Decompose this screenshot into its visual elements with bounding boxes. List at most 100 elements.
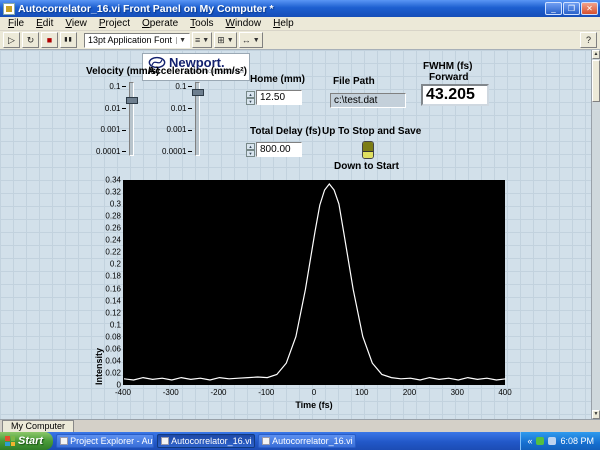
taskbar-items: Project Explorer - Autoc... Autocorrelato…	[53, 434, 356, 448]
scroll-down-icon[interactable]: ▼	[592, 410, 600, 419]
y-tick-label: 0.34	[105, 176, 121, 185]
autocorrelation-trace	[124, 181, 506, 386]
file-path-field[interactable]: c:\test.dat	[330, 93, 406, 108]
velocity-slider-track[interactable]	[129, 82, 134, 156]
y-tick-label: 0.06	[105, 344, 121, 353]
plot-area	[123, 180, 505, 385]
slider-tick-label: 0.1	[109, 82, 126, 91]
tray-expand-icon[interactable]: «	[527, 436, 532, 446]
distribute-objects-dropdown[interactable]: ⊞▼	[214, 32, 236, 48]
menu-operate[interactable]: Operate	[136, 17, 184, 31]
tray-network-icon[interactable]	[548, 437, 556, 445]
menu-file[interactable]: File	[2, 17, 30, 31]
resize-objects-dropdown[interactable]: ↔▼	[239, 32, 263, 48]
taskbar-item[interactable]: Project Explorer - Autoc...	[56, 434, 154, 448]
slider-tick-label: 0.001	[100, 125, 126, 134]
minimize-button[interactable]: _	[545, 2, 562, 15]
taskbar-item[interactable]: Autocorrelator_16.vi ...	[157, 434, 255, 448]
chevron-down-icon: ▼	[227, 37, 234, 44]
taskbar-item-label: Autocorrelator_16.vi ...	[171, 435, 255, 447]
chevron-down-icon: ▼	[253, 37, 260, 44]
scrollbar-thumb[interactable]	[592, 60, 600, 102]
fwhm-label: FWHM (fs)	[423, 61, 472, 72]
scroll-up-icon[interactable]: ▲	[592, 50, 600, 59]
toggle-knob[interactable]	[363, 151, 373, 159]
acceleration-slider[interactable]: 0.10.010.0010.0001	[162, 82, 200, 156]
taskbar-item-icon	[60, 437, 68, 445]
home-value[interactable]: 12.50	[256, 90, 302, 105]
my-computer-tab[interactable]: My Computer	[2, 420, 74, 432]
decrement-icon[interactable]: ▼	[246, 98, 255, 105]
start-button[interactable]: Start	[0, 432, 53, 450]
home-label: Home (mm)	[250, 74, 305, 85]
acceleration-slider-thumb[interactable]	[192, 89, 204, 96]
fwhm-direction-label: Forward	[429, 72, 468, 83]
decrement-icon[interactable]: ▼	[246, 150, 255, 157]
acceleration-slider-scale: 0.10.010.0010.0001	[162, 82, 192, 156]
taskbar-item-label: Project Explorer - Autoc...	[70, 435, 154, 447]
total-delay-value[interactable]: 800.00	[256, 142, 302, 157]
velocity-slider[interactable]: 0.10.010.0010.0001	[96, 82, 134, 156]
taskbar: Start Project Explorer - Autoc... Autocor…	[0, 432, 600, 450]
menu-help[interactable]: Help	[267, 17, 300, 31]
pause-button[interactable]: ▮▮	[60, 32, 77, 48]
menu-edit[interactable]: Edit	[30, 17, 59, 31]
x-tick-label: 400	[498, 388, 511, 397]
y-tick-label: 0.28	[105, 212, 121, 221]
tray-status-icon[interactable]	[536, 437, 544, 445]
increment-icon[interactable]: ▲	[246, 143, 255, 150]
labview-front-panel-window: Autocorrelator_16.vi Front Panel on My C…	[0, 0, 600, 450]
velocity-slider-scale: 0.10.010.0010.0001	[96, 82, 126, 156]
taskbar-item-icon	[161, 437, 169, 445]
fwhm-value-display: 43.205	[421, 84, 489, 106]
stop-start-toggle[interactable]	[362, 141, 374, 159]
context-help-button[interactable]: ?	[580, 32, 597, 48]
acceleration-slider-track[interactable]	[195, 82, 200, 156]
slider-tick-label: 0.001	[166, 125, 192, 134]
windows-flag-icon	[5, 436, 15, 446]
increment-icon[interactable]: ▲	[246, 91, 255, 98]
run-continuous-button[interactable]: ↻	[22, 32, 39, 48]
y-tick-label: 0.24	[105, 236, 121, 245]
y-tick-label: 0.08	[105, 332, 121, 341]
menu-view[interactable]: View	[59, 17, 93, 31]
x-tick-label: -300	[163, 388, 179, 397]
y-tick-label: 0.12	[105, 308, 121, 317]
toggle-up-label: Up To Stop and Save	[322, 126, 421, 137]
close-button[interactable]: ✕	[581, 2, 598, 15]
maximize-button[interactable]: ❐	[563, 2, 580, 15]
abort-button[interactable]: ■	[41, 32, 58, 48]
menu-tools[interactable]: Tools	[184, 17, 219, 31]
x-tick-label: 100	[355, 388, 368, 397]
vi-window-icon	[3, 3, 15, 15]
slider-tick-label: 0.01	[171, 104, 193, 113]
slider-tick-label: 0.1	[175, 82, 192, 91]
x-axis-tick-labels: -400-300-200-1000100200300400	[123, 388, 505, 398]
total-delay-control[interactable]: ▲▼ 800.00	[246, 142, 302, 157]
y-tick-label: 0.02	[105, 368, 121, 377]
velocity-slider-thumb[interactable]	[126, 97, 138, 104]
y-tick-label: 0.2	[110, 260, 121, 269]
y-tick-label: 0.04	[105, 356, 121, 365]
y-tick-label: 0.14	[105, 296, 121, 305]
menu-window[interactable]: Window	[220, 17, 268, 31]
window-title: Autocorrelator_16.vi Front Panel on My C…	[18, 3, 544, 15]
menu-bar: FileEditViewProjectOperateToolsWindowHel…	[0, 17, 600, 31]
increment-decrement-buttons[interactable]: ▲▼	[246, 91, 255, 105]
x-tick-label: 200	[403, 388, 416, 397]
font-selector[interactable]: 13pt Application Font ▼	[84, 33, 190, 48]
home-control[interactable]: ▲▼ 12.50	[246, 90, 302, 105]
align-objects-dropdown[interactable]: ≡▼	[192, 32, 212, 48]
x-axis-label: Time (fs)	[123, 400, 505, 410]
taskbar-item[interactable]: Autocorrelator_16.vi Blo...	[258, 434, 356, 448]
x-tick-label: -200	[210, 388, 226, 397]
system-tray: « 6:08 PM	[520, 432, 600, 450]
taskbar-item-icon	[262, 437, 270, 445]
increment-decrement-buttons[interactable]: ▲▼	[246, 143, 255, 157]
run-button[interactable]: ▷	[3, 32, 20, 48]
clock: 6:08 PM	[560, 436, 594, 446]
font-selector-value: 13pt Application Font	[88, 35, 172, 45]
file-path-label: File Path	[333, 76, 375, 87]
vertical-scrollbar[interactable]: ▲ ▼	[591, 50, 600, 419]
menu-project[interactable]: Project	[93, 17, 136, 31]
